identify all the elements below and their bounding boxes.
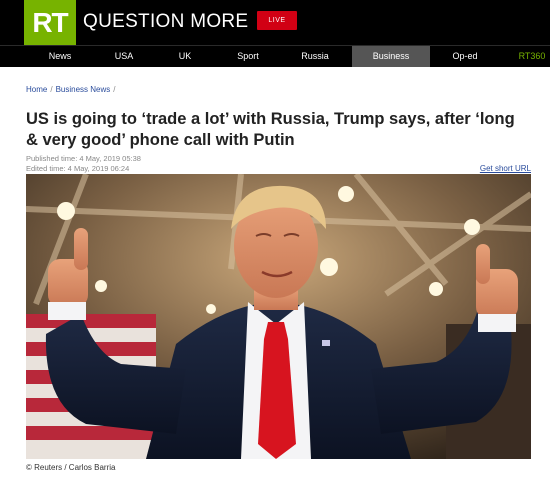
breadcrumb: Home / Business News / [26,85,119,94]
main-nav: News USA UK Sport Russia Business Op-ed … [0,45,550,67]
photo-caption: © Reuters / Carlos Barria [26,463,116,472]
article-photo-illustration [26,174,531,459]
top-bar: RT QUESTION MORE LIVE [0,0,550,45]
nav-item-op-ed[interactable]: Op-ed [444,46,486,67]
edited-time: Edited time: 4 May, 2019 06:24 [26,164,130,173]
get-short-url-link[interactable]: Get short URL [480,164,531,173]
nav-item-sport[interactable]: Sport [228,46,268,67]
breadcrumb-separator: / [50,85,53,94]
slogan: QUESTION MORE [83,11,249,32]
breadcrumb-separator: / [113,85,116,94]
nav-item-uk[interactable]: UK [170,46,200,67]
breadcrumb-home[interactable]: Home [26,85,47,94]
nav-item-usa[interactable]: USA [106,46,142,67]
live-button[interactable]: LIVE [257,11,297,30]
nav-item-rt360[interactable]: RT360 [514,46,550,67]
article-headline: US is going to ‘trade a lot’ with Russia… [26,110,515,149]
article-photo [26,174,531,459]
nav-item-russia[interactable]: Russia [293,46,337,67]
published-time: Published time: 4 May, 2019 05:38 [26,154,141,163]
breadcrumb-business-news[interactable]: Business News [56,85,111,94]
nav-item-news[interactable]: News [41,46,79,67]
nav-item-business[interactable]: Business [352,46,430,67]
rt-logo[interactable]: RT [24,0,76,45]
